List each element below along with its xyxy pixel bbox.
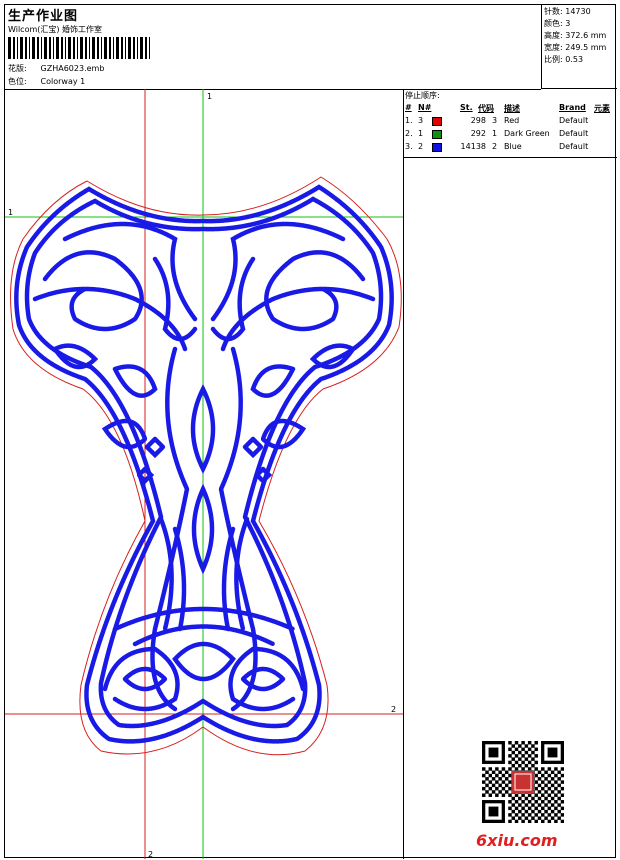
legend-cell-desc: Blue	[504, 142, 522, 151]
legend-color-swatch	[432, 143, 442, 152]
legend-color-swatch	[432, 130, 442, 139]
guide-label-right: 2	[391, 705, 396, 714]
stitch-leaf-left	[111, 364, 158, 398]
legend-cell-n: 3	[418, 116, 424, 125]
stitch-diamond-small-2	[241, 435, 265, 459]
studio-subtitle: Wilcom(汇宝) 婚饰工作室	[8, 25, 103, 34]
stop-sequence-panel: 停止顺序: # N# St. 代码 描述 Brand 元素 1. 3 298 3 Red…	[403, 89, 617, 859]
colorway-row: 色位: Colorway 1	[8, 76, 85, 87]
legend-cell-code: 3	[492, 116, 498, 125]
stitch-eye-left	[51, 343, 99, 370]
col-code: 代码	[478, 104, 494, 113]
legend-cell-idx: 1.	[405, 116, 413, 125]
legend-cell-brand: Default	[559, 142, 589, 151]
barcode	[8, 37, 150, 59]
page-title: 生产作业图	[8, 9, 79, 24]
legend-cell-st: 298	[470, 116, 486, 125]
col-st: St.	[460, 103, 473, 112]
stat-width: 宽度: 249.5 mm	[544, 43, 607, 52]
legend-cell-brand: Default	[559, 116, 589, 125]
legend-cell-st: 292	[470, 129, 486, 138]
guide-label-left: 1	[8, 208, 13, 217]
design-file-label: 花版:	[8, 64, 27, 73]
stop-sequence-title: 停止顺序:	[405, 91, 440, 100]
stop-sequence-table: 停止顺序: # N# St. 代码 描述 Brand 元素 1. 3 298 3 Red…	[404, 89, 617, 158]
stitch-scroll-left-mid	[32, 286, 188, 352]
col-brand: Brand	[559, 103, 586, 112]
embroidery-canvas: 1 1 2 2	[5, 89, 403, 859]
legend-color-swatch	[432, 117, 442, 126]
stitch-bottom-curl-right	[239, 666, 286, 692]
col-idx: #	[405, 103, 412, 112]
colorway-label: 色位:	[8, 77, 27, 86]
col-n: N#	[418, 103, 432, 112]
stitch-scroll-right-mid	[220, 286, 376, 352]
stat-colors: 颜色: 3	[544, 19, 571, 28]
col-desc: 描述	[504, 104, 520, 113]
stat-height: 高度: 372.6 mm	[544, 31, 607, 40]
legend-cell-idx: 3.	[405, 142, 413, 151]
legend-cell-st: 14138	[460, 142, 486, 151]
watermark-logo: 6xiu.com	[476, 831, 558, 850]
guide-label-bottom: 2	[148, 850, 153, 859]
stat-stitches: 针数: 14730	[544, 7, 591, 16]
qr-code	[482, 741, 564, 823]
legend-cell-desc: Red	[504, 116, 520, 125]
legend-cell-brand: Default	[559, 129, 589, 138]
stats-box: 针数: 14730 颜色: 3 高度: 372.6 mm 宽度: 249.5 m…	[541, 5, 617, 89]
header-panel: 生产作业图 Wilcom(汇宝) 婚饰工作室 花版: GZHA6023.emb …	[5, 5, 541, 90]
guide-label-top: 1	[207, 92, 212, 101]
col-elem: 元素	[594, 104, 610, 113]
legend-cell-idx: 2.	[405, 129, 413, 138]
design-file-row: 花版: GZHA6023.emb	[8, 63, 104, 74]
stitch-diamond-small-4	[253, 465, 273, 485]
legend-cell-code: 1	[492, 129, 498, 138]
legend-cell-desc: Dark Green	[504, 129, 550, 138]
stitch-diamond-small-1	[143, 435, 167, 459]
legend-cell-code: 2	[492, 142, 498, 151]
stitch-bottom-center	[172, 641, 236, 682]
production-sheet: 生产作业图 Wilcom(汇宝) 婚饰工作室 花版: GZHA6023.emb …	[4, 4, 617, 859]
colorway-value: Colorway 1	[40, 77, 86, 86]
legend-cell-n: 2	[418, 142, 424, 151]
legend-cell-n: 1	[418, 129, 424, 138]
stat-scale: 比例: 0.53	[544, 55, 584, 64]
stitch-leaf-right	[250, 364, 297, 398]
design-file-value: GZHA6023.emb	[40, 64, 105, 73]
stitch-eye-right	[309, 343, 357, 370]
